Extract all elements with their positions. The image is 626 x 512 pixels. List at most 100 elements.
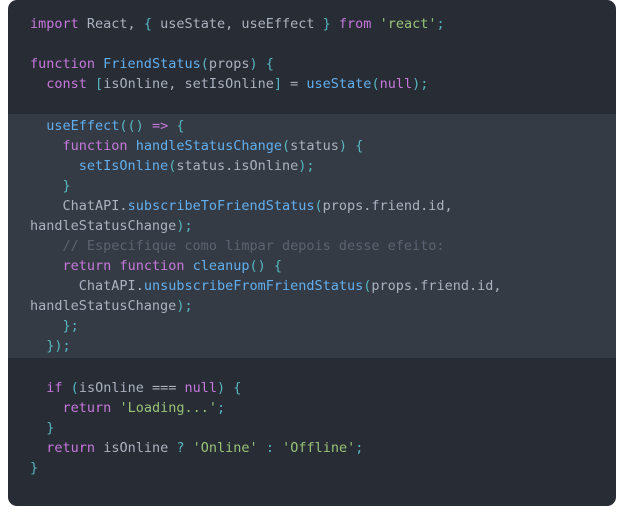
code-token: null [184, 380, 217, 396]
code-token: }); [46, 338, 71, 354]
code-line: }); [8, 336, 616, 358]
code-line: useEffect(() => { [8, 114, 616, 136]
code-line: const [isOnline, setIsOnline] = useState… [8, 74, 616, 94]
code-token: 'Loading...' [119, 400, 217, 416]
code-token: } [62, 178, 71, 194]
code-token: from [338, 16, 372, 32]
code-token: ; [436, 16, 445, 32]
code-token: handleStatusChange [135, 138, 282, 154]
code-token: }; [62, 318, 79, 334]
code-token: { [143, 16, 152, 32]
code-token: === [143, 380, 185, 396]
code-token: cleanup [192, 258, 250, 274]
code-token: subscribeToFriendStatus [127, 198, 315, 214]
code-token: function [30, 56, 96, 72]
code-token: ) [338, 138, 348, 154]
code-token: ? [176, 440, 185, 456]
code-token: { [233, 380, 242, 396]
code-token: React, [78, 16, 144, 32]
code-token: function [62, 138, 128, 154]
code-token: (() [119, 118, 144, 134]
code-token: ; [216, 400, 226, 416]
code-token: status.isOnline [176, 158, 299, 174]
code-line: ChatAPI.subscribeToFriendStatus(props.fr… [8, 196, 616, 236]
code-token: if [46, 380, 63, 396]
code-token: : [265, 440, 274, 456]
code-block-card: import React, { useState, useEffect } fr… [8, 0, 616, 506]
code-line: }; [8, 316, 616, 336]
code-token: [ [95, 76, 104, 92]
code-token: ); [298, 158, 315, 174]
code-line: ChatAPI.unsubscribeFromFriendStatus(prop… [8, 276, 616, 316]
code-token: ); [176, 298, 193, 314]
code-token: { [265, 56, 274, 72]
code-token: } [46, 420, 55, 436]
code-line: } [8, 458, 616, 478]
code-token: { [176, 118, 185, 134]
code-token: { [355, 138, 364, 154]
code-line: } [8, 418, 616, 438]
code-token: ; [355, 440, 364, 456]
code-token: ] [273, 76, 283, 92]
code-token: 'Offline' [282, 440, 356, 456]
code-token: ( [70, 380, 79, 396]
code-token: useState [306, 76, 372, 92]
code-token: props [208, 56, 250, 72]
code-line: return function cleanup() { [8, 256, 616, 276]
code-token: ); [176, 218, 193, 234]
code-line: return 'Loading...'; [8, 398, 616, 418]
code-token: } [30, 460, 39, 476]
code-token: () [249, 258, 266, 274]
code-token: . [119, 198, 128, 214]
code-line: } [8, 176, 616, 196]
code-token: useState, useEffect [151, 16, 323, 32]
code-token: setIsOnline [78, 158, 169, 174]
code-token: => [151, 118, 169, 134]
code-token: 'react' [379, 16, 437, 32]
code-line: setIsOnline(status.isOnline); [8, 156, 616, 176]
code-token: ) [217, 380, 226, 396]
code-token: ( [314, 198, 323, 214]
code-token: isOnline, setIsOnline [103, 76, 274, 92]
code-token: import [30, 16, 79, 32]
code-token: FriendStatus [103, 56, 201, 72]
code-token: ); [412, 76, 429, 92]
code-token: ChatAPI [62, 198, 120, 214]
code-content[interactable]: import React, { useState, useEffect } fr… [8, 14, 616, 478]
code-token: isOnline [103, 440, 169, 456]
code-token: ChatAPI [78, 278, 136, 294]
code-line: // Especifique como limpar depois desse … [8, 236, 616, 256]
code-token: function [119, 258, 185, 274]
code-token: return [46, 440, 96, 456]
